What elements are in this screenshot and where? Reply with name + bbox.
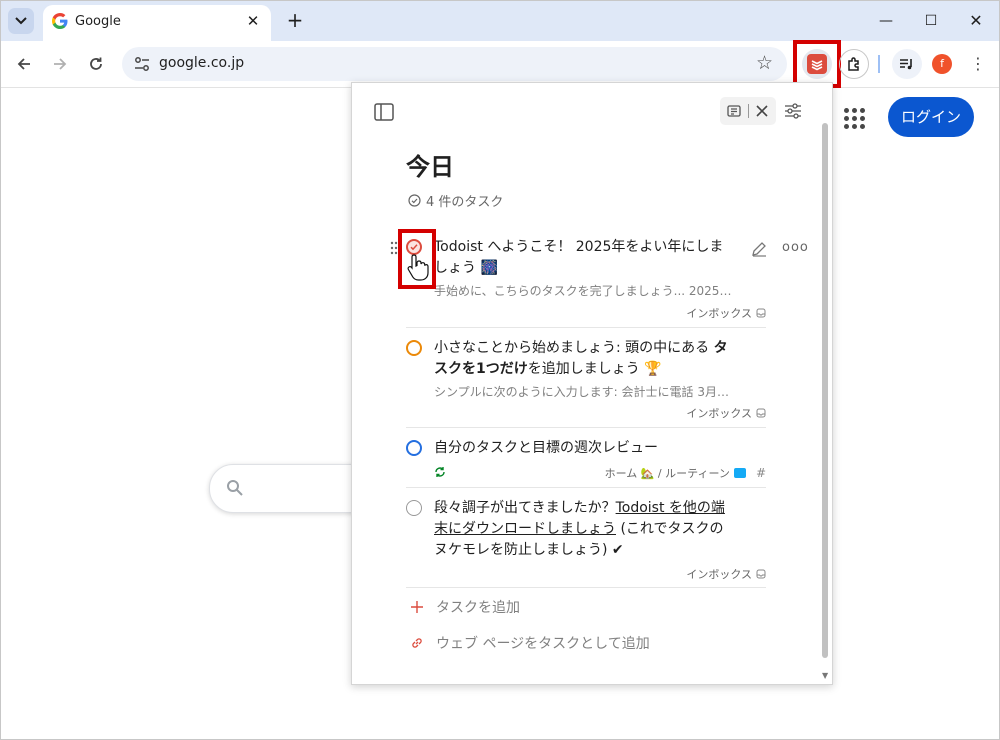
more-options-icon[interactable]: ooo [782,240,808,258]
browser-window: Google ✕ + — ☐ ✕ google.co.jp ☆ f ⋮ ログイン… [0,0,1000,740]
project-label: インボックス [686,307,752,320]
task-title-1[interactable]: Todoist へようこそ！ 2025年をよい年にしましょう 🎆 [434,237,734,279]
task-project-1[interactable]: インボックス [686,305,766,321]
task-count-label: 4 件のタスク [426,195,504,210]
tab-title: Google [75,14,121,29]
task-project-2[interactable]: インボックス [686,405,766,421]
address-bar[interactable]: google.co.jp ☆ [122,47,787,81]
url-text[interactable]: google.co.jp [159,55,244,71]
task-count: 4 件のタスク [408,191,503,210]
project-label: インボックス [686,407,752,420]
inbox-icon [756,569,766,579]
reload-icon [90,57,102,70]
google-apps-icon[interactable] [844,108,866,130]
highlight-box-extension [793,40,841,88]
task-item-3[interactable]: 自分のタスクと目標の週次レビュー ホーム 🏡 / ルーティーン # [406,439,766,483]
google-favicon-icon [52,13,68,29]
open-app-icon[interactable] [726,103,742,119]
tab-close-icon[interactable]: ✕ [243,11,263,31]
drag-handle-icon[interactable] [390,241,398,255]
sliders-icon[interactable] [784,102,802,120]
new-tab-button[interactable]: + [284,9,306,31]
maximize-button[interactable]: ☐ [911,7,951,35]
media-control-button[interactable] [892,49,922,79]
media-queue-icon [900,59,912,70]
link-icon [412,638,422,648]
project-label: インボックス [686,568,752,581]
hand-cursor-icon [407,254,429,281]
check-circle-icon [408,194,421,207]
browser-menu-icon[interactable]: ⋮ [968,53,988,75]
extensions-button[interactable] [839,49,869,79]
recurring-icon [435,467,445,477]
close-window-button[interactable]: ✕ [956,7,996,35]
plus-icon [411,601,423,613]
add-webpage-button[interactable]: ウェブ ページをタスクとして追加 [410,633,650,653]
toolbar-separator [878,55,880,73]
task-description-2: シンプルに次のように入力します: 会計士に電話 3月… [434,385,729,399]
task-divider [406,427,766,428]
tab-strip: Google ✕ + — ☐ ✕ [1,1,999,41]
task-item-1[interactable]: Todoist へようこそ！ 2025年をよい年にしましょう 🎆 手始めに、こち… [406,237,766,320]
sidebar-toggle-icon[interactable] [374,103,394,121]
forward-arrow-icon [54,58,67,70]
add-task-button[interactable]: タスクを追加 [410,597,520,617]
task-checkbox-2[interactable] [406,340,422,356]
login-button[interactable]: ログイン [888,97,974,137]
todoist-popup: ▼ 今日 4 件のタスク ooo Todoist へようこそ！ 2025年をよい… [351,82,833,685]
site-info-icon[interactable] [132,54,152,74]
task-title-3[interactable]: 自分のタスクと目標の週次レビュー [434,438,734,459]
task-checkbox-3[interactable] [406,440,422,456]
reload-button[interactable] [83,51,109,77]
task-project-3[interactable]: ホーム 🏡 / ルーティーン # [605,465,766,481]
add-webpage-label: ウェブ ページをタスクとして追加 [436,636,650,652]
task-description-1: 手始めに、こちらのタスクを完了しましょう... 2025… [434,284,732,298]
action-divider [748,104,749,118]
close-icon[interactable] [754,103,770,119]
task-checkbox-4[interactable] [406,500,422,516]
browser-toolbar: google.co.jp ☆ f ⋮ [1,40,999,88]
popup-scrollbar[interactable] [822,123,828,658]
page-title: 今日 [406,153,454,181]
tab-search-button[interactable] [8,8,34,34]
task-title-2[interactable]: 小さなことから始めましょう: 頭の中にある タスクを1つだけを追加しましょう 🏆 [434,338,734,380]
task-divider [406,327,766,328]
back-button[interactable] [11,51,37,77]
hash-icon: # [755,466,766,480]
chevron-down-icon [15,17,27,25]
task-project-4[interactable]: インボックス [686,566,766,582]
inbox-icon [756,308,766,318]
puzzle-icon [848,57,859,71]
profile-avatar[interactable]: f [932,54,952,74]
scroll-down-arrow-icon[interactable]: ▼ [822,671,828,680]
search-icon [227,480,243,496]
task-item-4[interactable]: 段々調子が出てきましたか？Todoist を他の端末にダウンロードしましょう (… [406,498,766,582]
task-divider [406,487,766,488]
task-item-2[interactable]: 小さなことから始めましょう: 頭の中にある タスクを1つだけを追加しましょう 🏆… [406,338,766,421]
back-arrow-icon [17,58,30,70]
task-divider [406,587,766,588]
add-task-label: タスクを追加 [436,600,520,616]
forward-button[interactable] [47,51,73,77]
inbox-icon [756,408,766,418]
bookmark-star-icon[interactable]: ☆ [756,52,773,74]
minimize-button[interactable]: — [866,7,906,35]
task-title-4[interactable]: 段々調子が出てきましたか？Todoist を他の端末にダウンロードしましょう (… [434,498,734,561]
routine-icon [733,468,746,478]
popup-action-group [720,97,776,125]
tab-google[interactable]: Google ✕ [43,5,271,41]
project-label: ホーム 🏡 / ルーティーン [604,467,730,480]
